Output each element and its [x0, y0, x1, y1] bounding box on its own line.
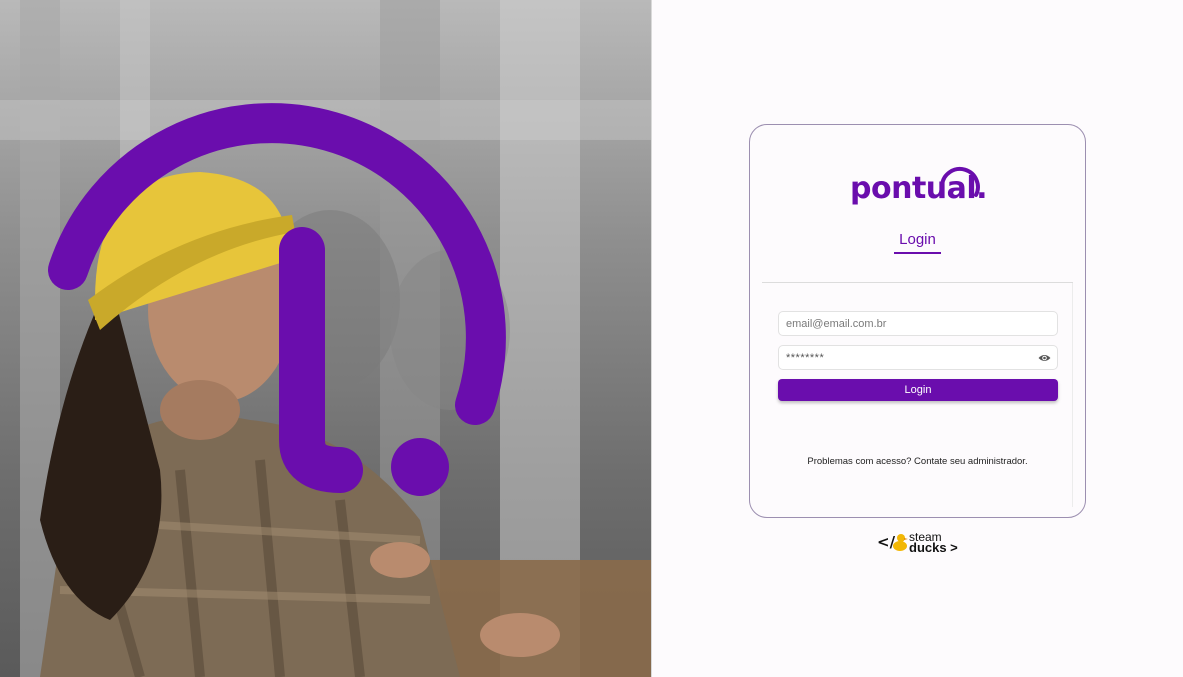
password-field-wrapper — [778, 345, 1058, 370]
hero-illustration — [0, 0, 651, 677]
login-panel: pontual. Login Login Problemas com acess… — [651, 0, 1183, 677]
duck-icon — [893, 534, 908, 551]
brand-line2: ducks > — [909, 540, 958, 555]
email-field[interactable] — [779, 312, 1057, 335]
divider — [762, 282, 1073, 283]
pontual-logo: pontual. — [850, 165, 990, 213]
help-text: Problemas com acesso? Contate seu admini… — [807, 456, 1028, 467]
login-card: pontual. Login Login Problemas com acess… — [749, 124, 1086, 518]
password-field[interactable] — [779, 346, 1057, 369]
hero-image — [0, 0, 651, 677]
logo-arc-icon — [940, 167, 980, 197]
steam-ducks-logo: </ steam ducks > — [877, 531, 961, 555]
scroll-edge — [1072, 283, 1073, 507]
tab-active-indicator — [894, 252, 941, 254]
eye-icon[interactable] — [1038, 352, 1051, 364]
email-field-wrapper — [778, 311, 1058, 336]
login-button[interactable]: Login — [778, 379, 1058, 401]
